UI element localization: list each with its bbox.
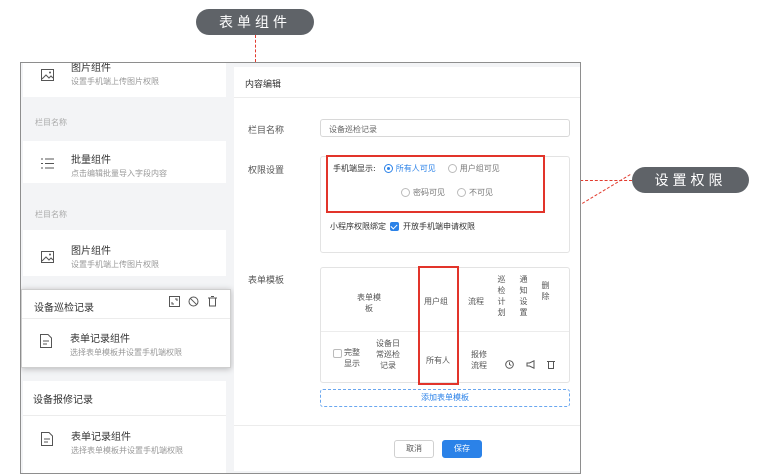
card-desc: 选择表单模板并设置手机端权限 [70, 348, 182, 357]
trash-icon[interactable] [547, 354, 555, 373]
callout-connector [255, 35, 256, 62]
document-icon [41, 431, 53, 450]
editor-window: 图片组件 设置手机端上传图片权限 栏目名称 批量组件 点击编辑批量导入字段内容 … [20, 62, 581, 474]
divider [234, 97, 580, 98]
table-header: 巡检计划 [497, 275, 506, 317]
card-title: 批量组件 [71, 155, 111, 166]
panel-title: 内容编辑 [245, 80, 282, 90]
full-display-label: 完整显示 [344, 348, 360, 368]
trash-icon[interactable] [206, 296, 218, 308]
miniprogram-row: 小程序权限绑定 开放手机端申请权限 [330, 221, 475, 232]
divider [23, 415, 226, 416]
card-title: 图片组件 [71, 246, 111, 257]
checkbox-icon[interactable] [333, 349, 342, 358]
card-title: 表单记录组件 [70, 334, 130, 345]
notification-icon[interactable] [526, 354, 536, 373]
column-name-input[interactable]: 设备巡检记录 [320, 119, 570, 137]
add-template-button[interactable]: 添加表单模板 [320, 389, 570, 407]
permission-label: 权限设置 [248, 166, 285, 176]
table-header: 通知设置 [519, 275, 528, 317]
permission-callout: 设置权限 [632, 167, 749, 193]
image-icon [41, 248, 54, 267]
clock-icon[interactable] [505, 354, 514, 373]
callout-connector [582, 174, 631, 204]
image-component-card[interactable]: 图片组件 设置手机端上传图片权限 [23, 230, 226, 276]
card-title: 图片组件 [71, 63, 111, 74]
image-icon [41, 66, 54, 85]
repair-record-block[interactable]: 设备报修记录 表单记录组件 选择表单模板并设置手机端权限 [23, 381, 226, 473]
table-header: 删除 [541, 281, 550, 301]
content-editor-panel: 内容编辑 栏目名称 设备巡检记录 权限设置 手机端显示: 所有人可见 用户组可见 [234, 67, 580, 471]
divider [22, 318, 230, 319]
form-component-callout: 表单组件 [196, 9, 314, 35]
section-label: 栏目名称 [35, 118, 67, 127]
section-label: 栏目名称 [35, 210, 67, 219]
table-cell: 设备日常巡检记录 [376, 339, 400, 370]
divider [234, 425, 580, 426]
column-name-label: 栏目名称 [248, 126, 285, 136]
table-header: 表单模板 [357, 293, 381, 313]
cancel-button[interactable]: 取消 [394, 440, 434, 458]
form-template-label: 表单模板 [248, 276, 285, 286]
inspection-record-block[interactable]: 设备巡检记录 表单记录组件 选择表单模板并设置手机端权限 [21, 289, 231, 368]
image-component-card[interactable]: 图片组件 设置手机端上传图片权限 [23, 63, 226, 97]
table-header: 流程 [468, 297, 484, 306]
highlight-box [418, 266, 459, 385]
miniprogram-label: 小程序权限绑定 [330, 222, 386, 231]
screenshot-stage: 表单组件 设置权限 图片组件 设置手机端上传图片权限 栏目名称 批量组件 点击编… [0, 0, 757, 474]
card-title: 表单记录组件 [71, 432, 131, 443]
save-button[interactable]: 保存 [442, 440, 482, 458]
card-desc: 设置手机端上传图片权限 [71, 77, 159, 86]
disable-icon[interactable] [187, 296, 199, 308]
document-icon [40, 333, 52, 352]
highlight-box [326, 155, 545, 213]
block-title: 设备报修记录 [33, 395, 93, 406]
card-desc: 选择表单模板并设置手机端权限 [71, 446, 183, 455]
block-title: 设备巡检记录 [34, 303, 94, 314]
checkbox-checked-icon[interactable] [390, 222, 399, 231]
open-mobile-label: 开放手机端申请权限 [403, 222, 475, 231]
batch-component-card[interactable]: 批量组件 点击编辑批量导入字段内容 [23, 141, 226, 183]
card-desc: 设置手机端上传图片权限 [71, 260, 159, 269]
card-desc: 点击编辑批量导入字段内容 [71, 169, 167, 178]
list-icon [41, 154, 54, 173]
table-cell: 报修流程 [471, 350, 487, 370]
expand-icon[interactable] [168, 296, 180, 308]
